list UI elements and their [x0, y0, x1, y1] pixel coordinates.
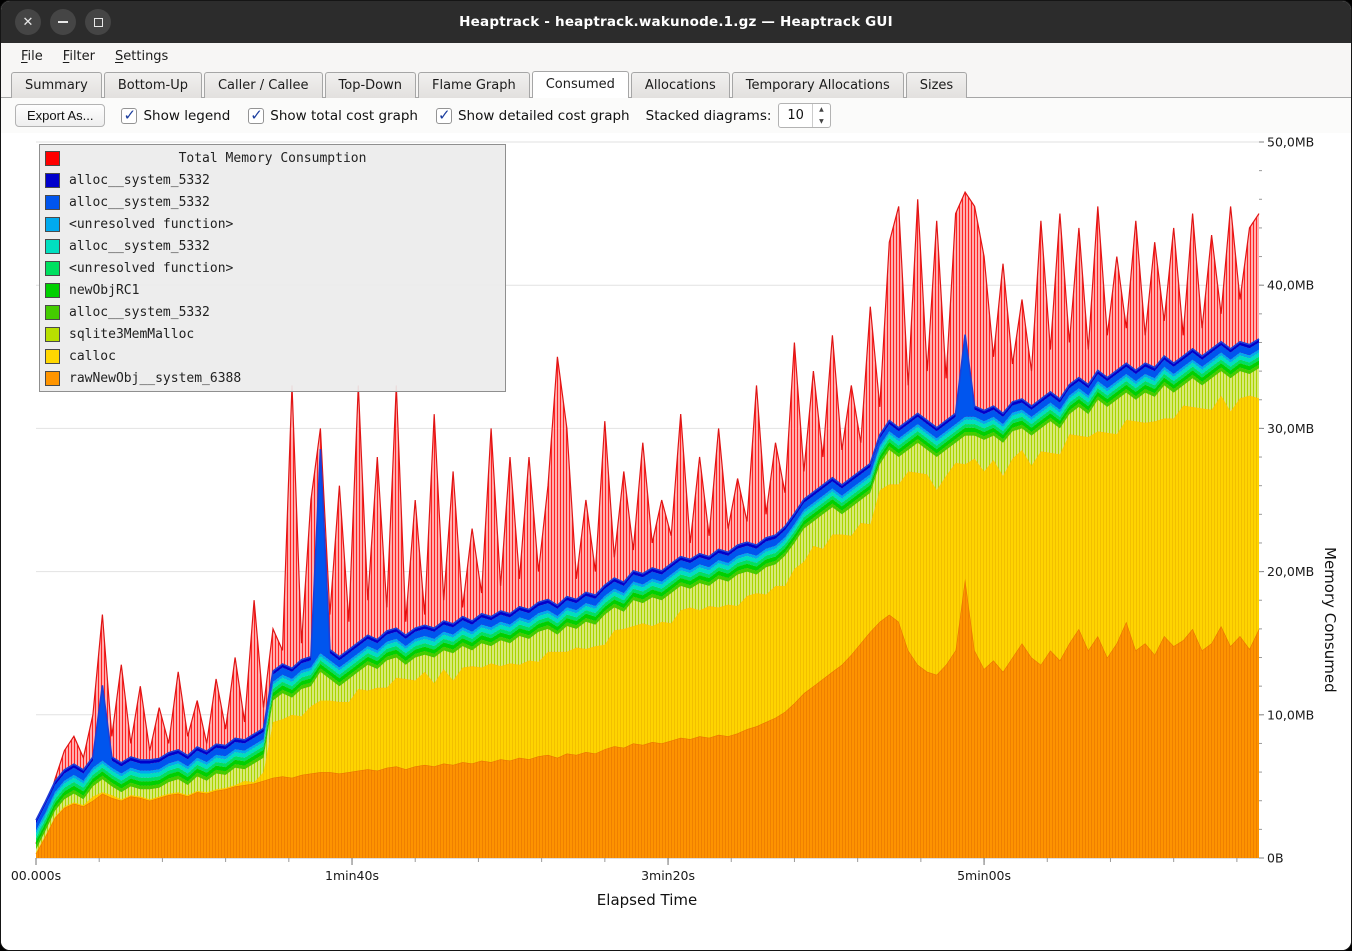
- stacked-series: [36, 335, 1259, 858]
- legend-item[interactable]: alloc__system_5332: [40, 191, 505, 213]
- tab-sizes[interactable]: Sizes: [906, 72, 967, 98]
- legend-swatch: [45, 261, 60, 276]
- close-icon: ✕: [23, 15, 34, 30]
- y-tick-label: 20,0MB: [1267, 564, 1314, 579]
- legend-title-row: Total Memory Consumption: [40, 147, 505, 169]
- stacked-diagrams-label: Stacked diagrams:: [646, 108, 772, 124]
- legend-item[interactable]: sqlite3MemMalloc: [40, 323, 505, 345]
- tab-summary[interactable]: Summary: [11, 72, 102, 98]
- x-tick-label: 5min00s: [957, 868, 1011, 883]
- legend-label: rawNewObj__system_6388: [69, 371, 241, 386]
- tab-bar: SummaryBottom-UpCaller / CalleeTop-DownF…: [1, 69, 1351, 98]
- legend-item[interactable]: newObjRC1: [40, 279, 505, 301]
- legend-title-swatch: [45, 151, 60, 166]
- menu-bar: FileFilterSettings: [1, 43, 1351, 69]
- legend: Total Memory Consumption alloc__system_5…: [39, 144, 506, 392]
- legend-label: alloc__system_5332: [69, 195, 210, 210]
- legend-label: alloc__system_5332: [69, 239, 210, 254]
- legend-item[interactable]: <unresolved function>: [40, 213, 505, 235]
- menu-filter[interactable]: Filter: [53, 46, 105, 67]
- y-tick-label: 40,0MB: [1267, 278, 1314, 293]
- legend-label: <unresolved function>: [69, 217, 233, 232]
- tab-bottom-up[interactable]: Bottom-Up: [104, 72, 202, 98]
- menu-file[interactable]: File: [11, 46, 53, 67]
- x-tick-label: 3min20s: [641, 868, 695, 883]
- legend-label: sqlite3MemMalloc: [69, 327, 194, 342]
- checkbox-box[interactable]: [248, 108, 264, 124]
- stacked-diagrams-value[interactable]: 10: [779, 104, 812, 127]
- minimize-button[interactable]: [50, 9, 76, 35]
- window-controls: ✕: [15, 1, 111, 43]
- legend-item[interactable]: alloc__system_5332: [40, 301, 505, 323]
- checkbox-label: Show legend: [143, 108, 230, 124]
- legend-swatch: [45, 195, 60, 210]
- legend-swatch: [45, 239, 60, 254]
- legend-label: alloc__system_5332: [69, 305, 210, 320]
- checkbox-group: Show legend Show total cost graph Show det…: [121, 108, 629, 124]
- chevron-down-icon: ▼: [819, 118, 824, 125]
- legend-swatch: [45, 305, 60, 320]
- checkbox-box[interactable]: [121, 108, 137, 124]
- legend-label: newObjRC1: [69, 283, 139, 298]
- legend-swatch: [45, 371, 60, 386]
- legend-item[interactable]: <unresolved function>: [40, 257, 505, 279]
- menu-settings[interactable]: Settings: [105, 46, 178, 67]
- legend-item[interactable]: calloc: [40, 345, 505, 367]
- spin-up-button[interactable]: ▲: [813, 104, 830, 116]
- y-axis-title: Memory Consumed: [1321, 547, 1339, 693]
- legend-item[interactable]: rawNewObj__system_6388: [40, 367, 505, 389]
- close-button[interactable]: ✕: [15, 9, 41, 35]
- checkbox-box[interactable]: [436, 108, 452, 124]
- checkbox-show-legend[interactable]: Show legend: [121, 108, 230, 124]
- legend-items: alloc__system_5332 alloc__system_5332 <unr…: [40, 169, 505, 389]
- y-tick-label: 50,0MB: [1267, 135, 1314, 150]
- legend-swatch: [45, 173, 60, 188]
- legend-item[interactable]: alloc__system_5332: [40, 235, 505, 257]
- tab-allocations[interactable]: Allocations: [631, 72, 730, 98]
- y-tick-label: 0B: [1267, 851, 1284, 866]
- legend-swatch: [45, 349, 60, 364]
- chevron-up-icon: ▲: [819, 106, 824, 113]
- legend-swatch: [45, 327, 60, 342]
- x-tick-label: 00.000s: [11, 868, 61, 883]
- legend-label: calloc: [69, 349, 116, 364]
- stacked-diagrams-group: Stacked diagrams: 10 ▲ ▼: [646, 103, 831, 128]
- x-tick-label: 1min40s: [325, 868, 379, 883]
- legend-item[interactable]: alloc__system_5332: [40, 169, 505, 191]
- y-tick-label: 30,0MB: [1267, 421, 1314, 436]
- legend-swatch: [45, 217, 60, 232]
- tab-flame-graph[interactable]: Flame Graph: [418, 72, 530, 98]
- x-axis-title: Elapsed Time: [1, 891, 1293, 909]
- tab-temporary-allocations[interactable]: Temporary Allocations: [732, 72, 904, 98]
- minimize-icon: [58, 21, 68, 23]
- checkbox-show-total-cost-graph[interactable]: Show total cost graph: [248, 108, 418, 124]
- y-tick-label: 10,0MB: [1267, 707, 1314, 722]
- legend-swatch: [45, 283, 60, 298]
- legend-title: Total Memory Consumption: [69, 151, 476, 166]
- checkbox-show-detailed-cost-graph[interactable]: Show detailed cost graph: [436, 108, 630, 124]
- tab-consumed[interactable]: Consumed: [532, 71, 629, 98]
- heaptrack-window: ✕ Heaptrack - heaptrack.wakunode.1.gz — …: [0, 0, 1352, 951]
- tab-top-down[interactable]: Top-Down: [325, 72, 416, 98]
- spin-down-button[interactable]: ▼: [813, 116, 830, 128]
- export-as-button[interactable]: Export As...: [15, 104, 105, 127]
- title-bar[interactable]: ✕ Heaptrack - heaptrack.wakunode.1.gz — …: [1, 1, 1351, 43]
- checkbox-label: Show total cost graph: [270, 108, 418, 124]
- checkbox-label: Show detailed cost graph: [458, 108, 630, 124]
- toolbar: Export As... Show legend Show total cost …: [1, 98, 1351, 133]
- legend-label: <unresolved function>: [69, 261, 233, 276]
- maximize-icon: [94, 18, 103, 27]
- stacked-diagrams-spinbox[interactable]: 10 ▲ ▼: [778, 103, 831, 128]
- window-title: Heaptrack - heaptrack.wakunode.1.gz — He…: [459, 14, 893, 30]
- tab-caller-callee[interactable]: Caller / Callee: [204, 72, 323, 98]
- consumed-chart-area: 0B 10,0MB 20,0MB 30,0MB 40,0MB 50,0MB 00.000s 1…: [1, 133, 1352, 951]
- spin-buttons: ▲ ▼: [812, 104, 830, 127]
- maximize-button[interactable]: [85, 9, 111, 35]
- legend-label: alloc__system_5332: [69, 173, 210, 188]
